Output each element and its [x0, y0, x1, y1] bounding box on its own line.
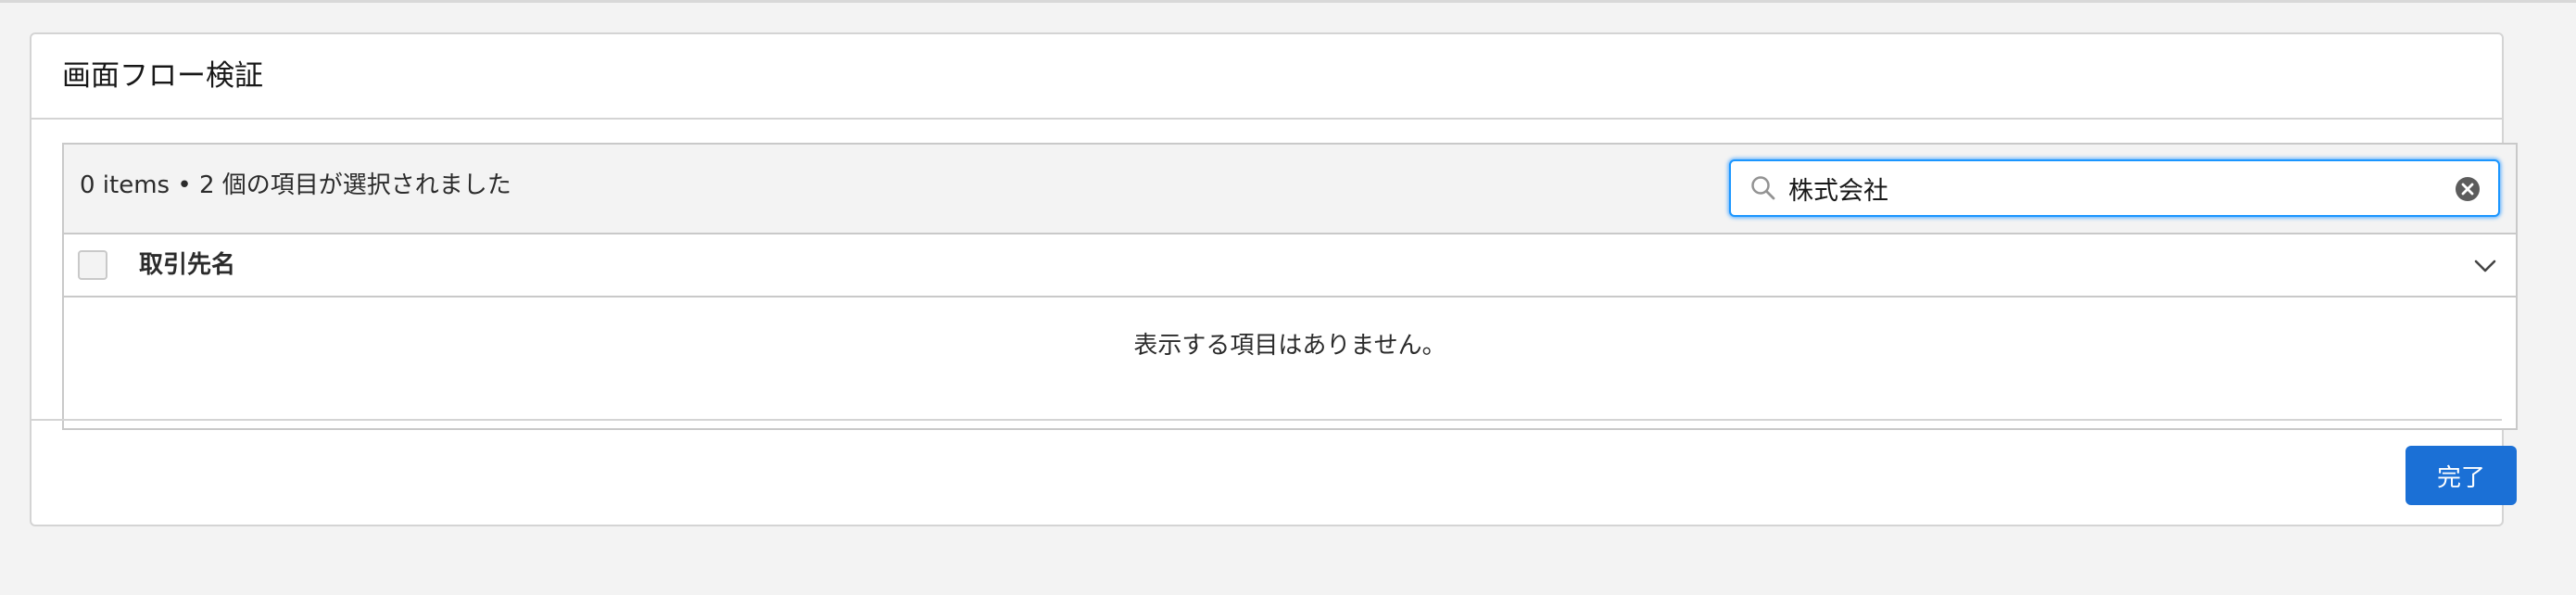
chevron-down-icon[interactable] [2472, 253, 2498, 279]
select-all-checkbox[interactable] [78, 250, 107, 280]
clear-icon[interactable] [2455, 176, 2481, 202]
item-count-label: 0 items • 2 個の項目が選択されました [80, 171, 511, 199]
search-icon [1751, 176, 1775, 200]
table-toolbar: 0 items • 2 個の項目が選択されました [64, 145, 2516, 233]
column-header-account-name[interactable]: 取引先名 [139, 249, 235, 281]
search-input[interactable] [1788, 171, 2437, 206]
top-divider [0, 0, 2576, 3]
dialog-title: 画面フロー検証 [62, 59, 263, 93]
search-box[interactable] [1729, 159, 2500, 217]
empty-message: 表示する項目はありません。 [1133, 332, 1446, 360]
done-button[interactable]: 完了 [2406, 446, 2517, 505]
dialog-header: 画面フロー検証 [32, 34, 2502, 120]
data-table: 0 items • 2 個の項目が選択されました 取引先名 [62, 143, 2518, 430]
footer-divider [32, 419, 2502, 421]
flow-dialog: 画面フロー検証 0 items • 2 個の項目が選択されました 取引先名 [30, 32, 2518, 526]
table-header-row: 取引先名 [64, 233, 2518, 298]
